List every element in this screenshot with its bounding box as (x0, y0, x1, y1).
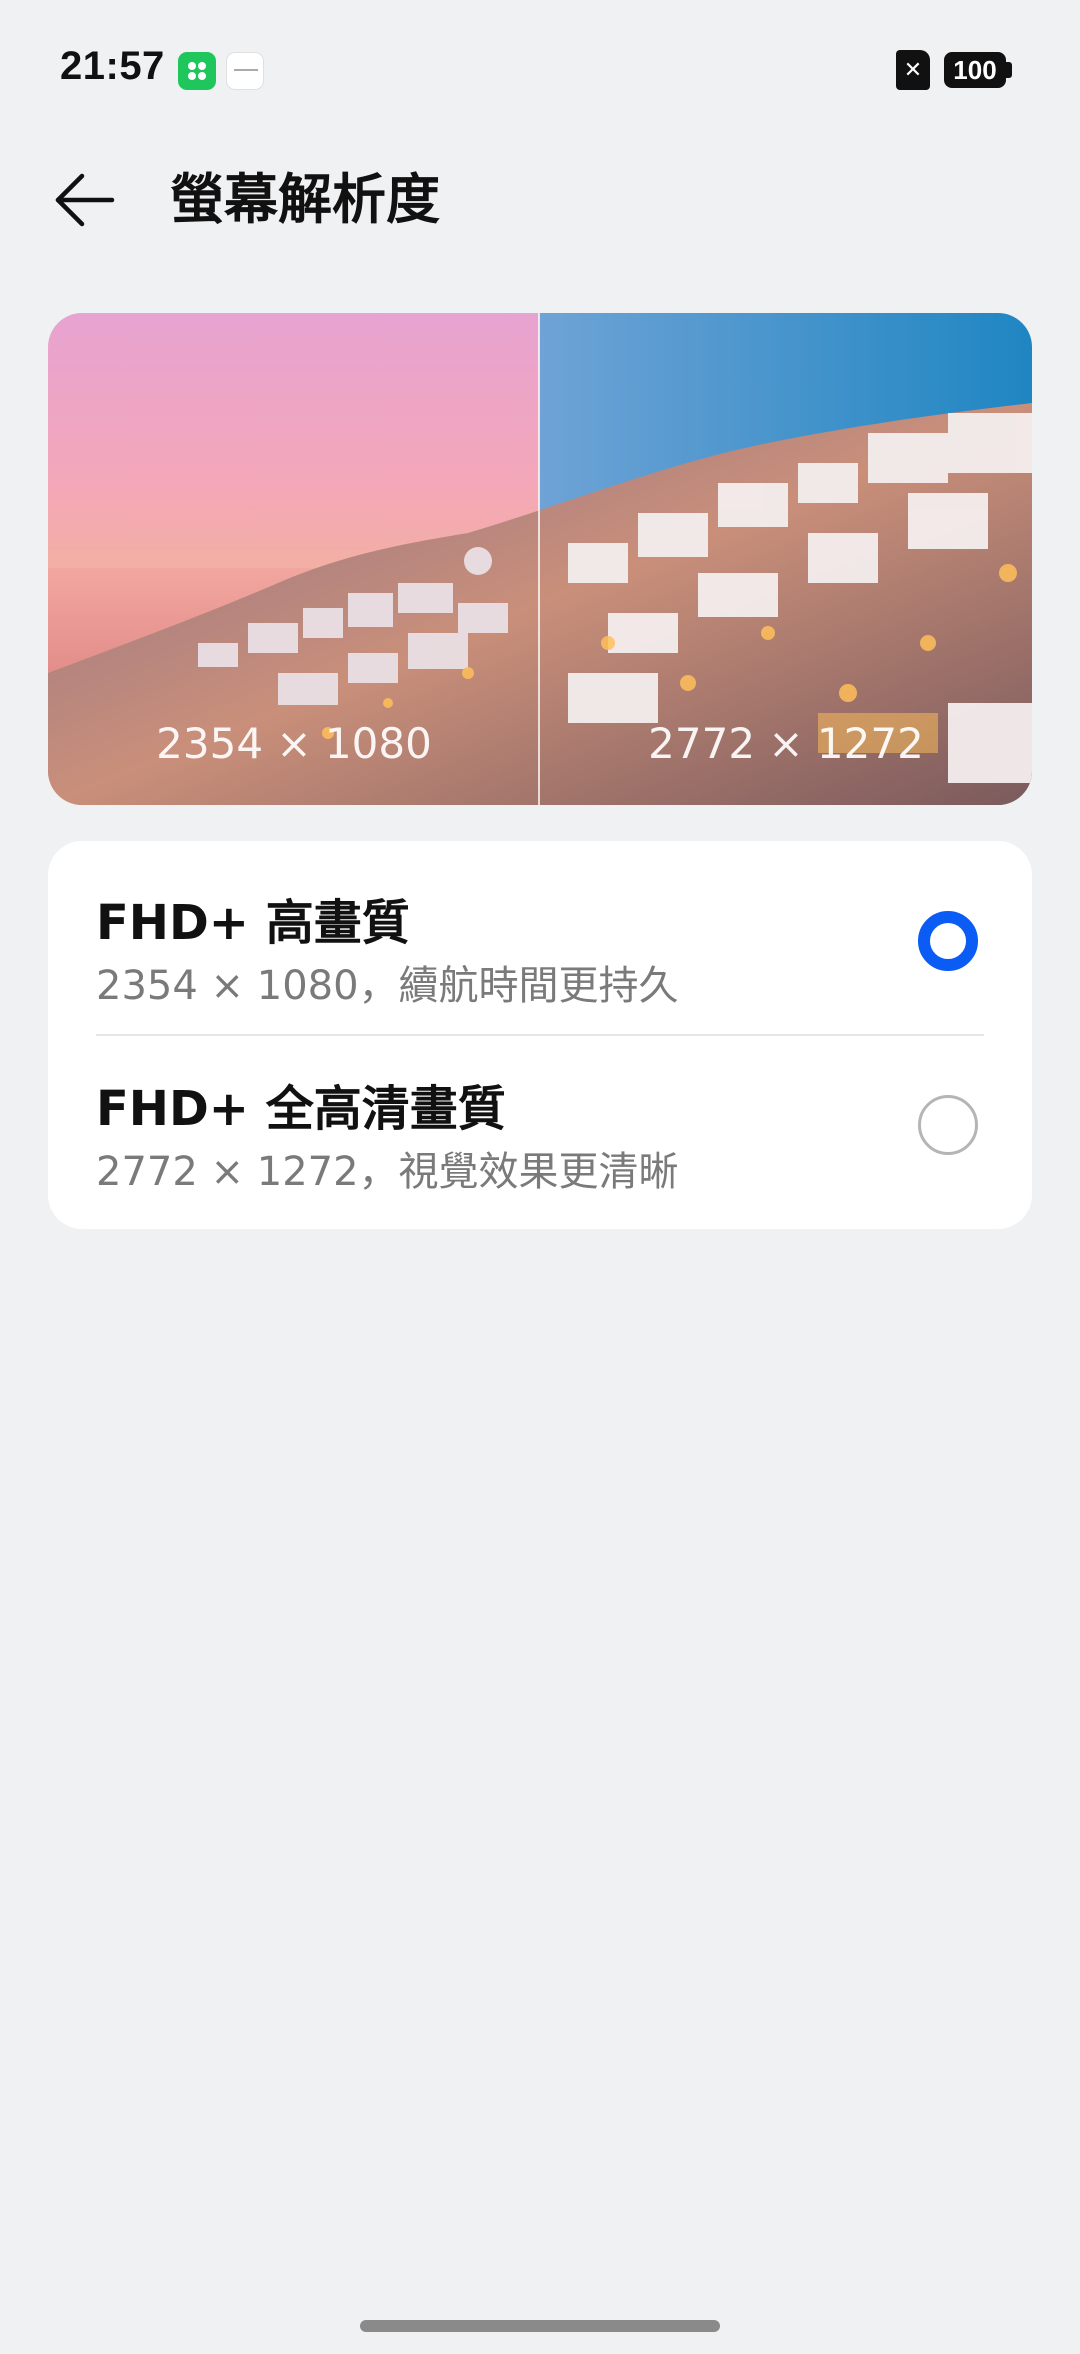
no-sim-icon: ✕ (896, 50, 930, 90)
battery-icon: 100 (944, 52, 1006, 88)
radio-unselected[interactable] (918, 1095, 978, 1155)
option-title: FHD+ 高畫質 (96, 895, 410, 951)
option-subtitle: 2354 × 1080，續航時間更持久 (96, 963, 679, 1009)
option-fhd-standard[interactable]: FHD+ 高畫質 2354 × 1080，續航時間更持久 (48, 841, 1032, 1029)
resolution-options-card: FHD+ 高畫質 2354 × 1080，續航時間更持久 FHD+ 全高清畫質 … (48, 841, 1032, 1229)
back-arrow-icon (55, 173, 115, 227)
home-indicator[interactable] (360, 2320, 720, 2332)
option-subtitle: 2772 × 1272，視覺效果更清晰 (96, 1149, 679, 1195)
resolution-preview-image: 2354 × 1080 2772 × 1272 (48, 313, 1032, 805)
page-title: 螢幕解析度 (170, 168, 440, 231)
status-time: 21:57 (60, 44, 165, 88)
app-notification-icon (178, 52, 216, 90)
back-button[interactable] (44, 160, 124, 240)
radio-selected[interactable] (918, 911, 978, 971)
battery-tip (1006, 62, 1012, 78)
status-bar: 21:57 ✕ 100 (0, 0, 1080, 140)
option-title: FHD+ 全高清畫質 (96, 1081, 506, 1137)
preview-left-resolution: 2354 × 1080 (156, 719, 432, 768)
option-fhd-full-hd[interactable]: FHD+ 全高清畫質 2772 × 1272，視覺效果更清晰 (48, 1035, 1032, 1223)
app-notification-icon-2 (226, 52, 264, 90)
preview-right-resolution: 2772 × 1272 (648, 719, 924, 768)
